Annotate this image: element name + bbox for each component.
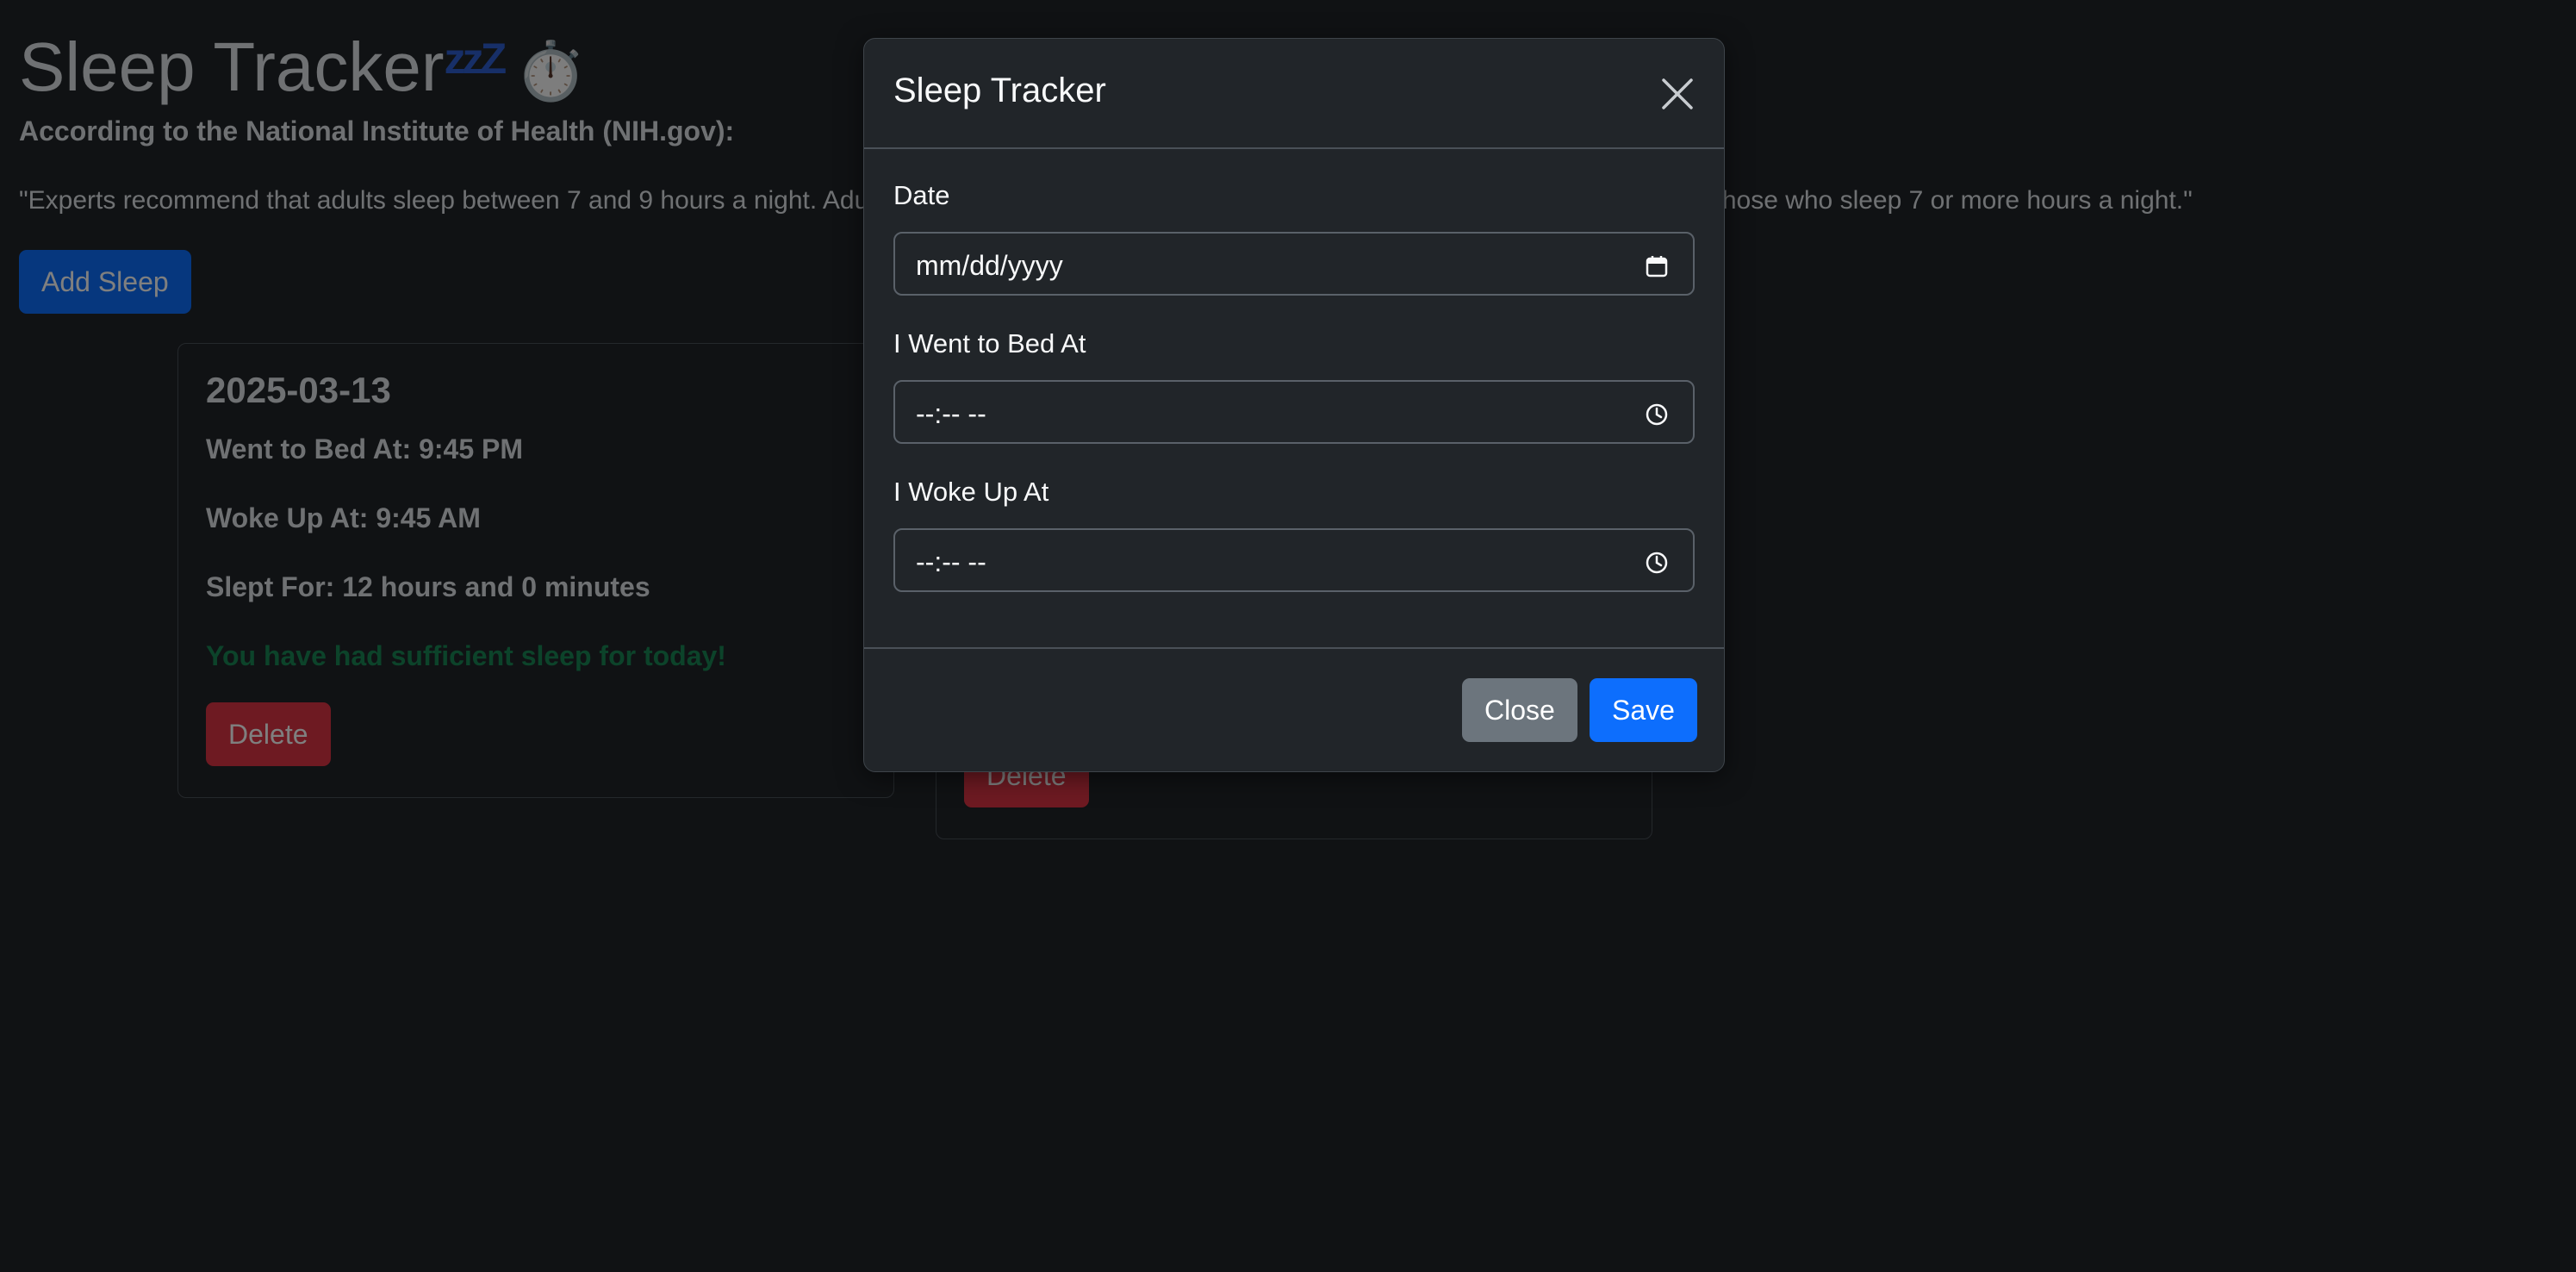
bed-time-input[interactable]: --:-- -- <box>893 380 1695 444</box>
modal-footer: Close Save <box>864 647 1724 773</box>
date-label: Date <box>893 180 950 210</box>
modal-header: Sleep Tracker <box>864 39 1724 149</box>
close-icon[interactable] <box>1657 73 1698 115</box>
wake-time-input[interactable]: --:-- -- <box>893 528 1695 592</box>
sleep-tracker-modal: Sleep Tracker Date mm/dd/yyyy I Went to … <box>863 38 1725 772</box>
wake-time-input-value: --:-- -- <box>916 546 986 577</box>
bed-time-input-value: --:-- -- <box>916 398 986 429</box>
close-button[interactable]: Close <box>1462 678 1577 742</box>
clock-icon[interactable] <box>1645 551 1669 575</box>
date-input-value: mm/dd/yyyy <box>916 250 1063 281</box>
calendar-icon[interactable] <box>1645 254 1669 278</box>
date-input[interactable]: mm/dd/yyyy <box>893 232 1695 296</box>
wake-time-label: I Woke Up At <box>893 477 1049 507</box>
modal-title: Sleep Tracker <box>893 72 1106 109</box>
save-button[interactable]: Save <box>1590 678 1697 742</box>
clock-icon[interactable] <box>1645 402 1669 427</box>
bed-time-label: I Went to Bed At <box>893 328 1086 359</box>
